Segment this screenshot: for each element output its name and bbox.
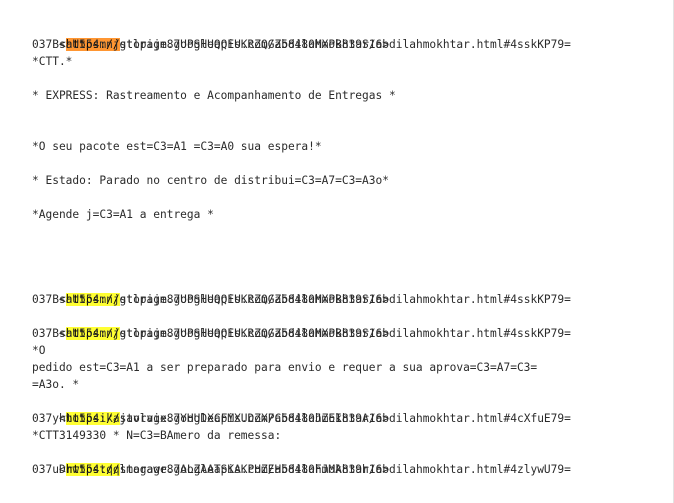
text-line: <https://storage.googleapis.com/abdilahm…	[32, 19, 571, 51]
text-line: * Estado: Parado no centro de distribui=…	[32, 174, 389, 187]
text-line: *Agende j=C3=A1 a entrega *	[32, 208, 214, 221]
text-line: *O seu pacote est=C3=A1 =C3=A0 sua esper…	[32, 140, 322, 153]
text-line: <https://storage.googleapis.com/abdilahm…	[32, 308, 571, 340]
email-source-view: <https://storage.googleapis.com/abdilahm…	[0, 0, 674, 503]
text-line: 037uDrw554tqqlmagawr87ALZAATSKAKPHZEH584…	[32, 463, 389, 476]
text-line: *CTT.*	[32, 55, 73, 68]
text-line: 037BsaU554mnjgtlpijm87UPSHUQQEUKRZQGZ584…	[32, 293, 389, 306]
text-line: pedido est=C3=A1 a ser preparado para en…	[32, 361, 538, 374]
text-line: 037yhto554ikajavlvix87YHUDXCFMXUDZXPC584…	[32, 412, 389, 425]
text-line: *O	[32, 344, 46, 357]
text-line: <https://storage.googleapis.com/abdilahm…	[32, 393, 571, 425]
text-line: <https://storage.googleapis.com/abdilahm…	[32, 444, 571, 476]
text-line: 037BsaU554mnjgtlpijm87UPSHUQQEUKRZQGZ584…	[32, 327, 389, 340]
text-line: <https://storage.googleapis.com/abdilahm…	[32, 274, 571, 306]
text-line: =A3o. *	[32, 378, 80, 391]
text-line: 037BsaU554mnjgtlpijm87UPSHUQQEUKRZQGZ584…	[32, 38, 389, 51]
text-line: *CTT3149330 * N=C3=BAmero da remessa:	[32, 429, 282, 442]
text-line: * EXPRESS: Rastreamento e Acompanhamento…	[32, 89, 396, 102]
